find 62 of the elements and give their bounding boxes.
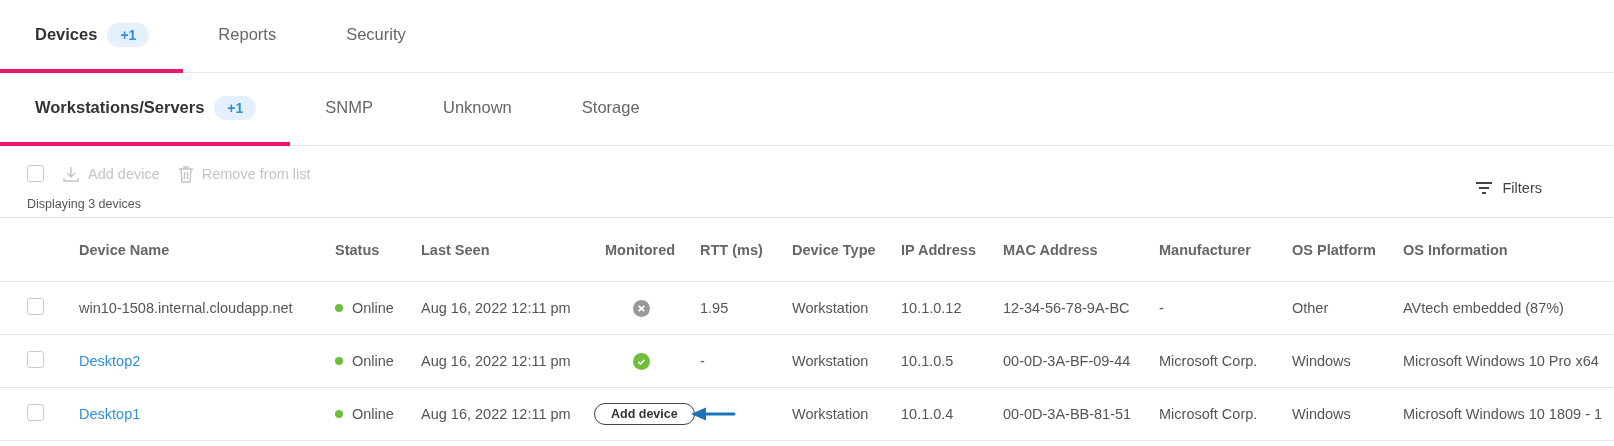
table-cell-text: Microsoft Corp. (1159, 406, 1259, 422)
table-cell-text: Microsoft Windows 10 1809 - 1 (1403, 406, 1604, 422)
select-all-checkbox[interactable] (27, 165, 44, 182)
table-cell-text: Other (1292, 300, 1330, 316)
table-cell-text: Windows (1292, 353, 1352, 369)
status-dot-icon (335, 357, 343, 365)
row-checkbox[interactable] (27, 298, 44, 315)
tab[interactable]: Devices +1 (0, 0, 184, 73)
row-checkbox[interactable] (27, 404, 44, 421)
tab[interactable]: Security (311, 0, 441, 73)
table-cell-text: win10-1508.internal.cloudapp.net (79, 300, 294, 316)
column-header: IP Address (901, 241, 977, 258)
table-cell-text: AVtech embedded (87%) (1403, 300, 1565, 316)
column-header: MAC Address (1003, 241, 1099, 258)
device-link[interactable]: Desktop2 (79, 353, 141, 369)
table-cell-text: - (700, 353, 706, 369)
filters-button[interactable]: Filters (1474, 179, 1542, 196)
table-cell-text: 10.1.0.5 (901, 353, 955, 369)
table-cell-text: Microsoft Windows 10 Pro x64 (1403, 353, 1600, 369)
table-cell-text: 00-0D-3A-BB-81-51 (1003, 406, 1133, 422)
column-header: Device Type (792, 241, 877, 258)
table-cell-text: 12-34-56-78-9A-BC (1003, 300, 1131, 316)
table-cell: Online (352, 406, 394, 422)
table-cell-text: Workstation (792, 353, 870, 369)
device-link[interactable]: Desktop1 (79, 406, 141, 422)
column-header: Status (335, 241, 381, 258)
column-header: OS Information (1403, 241, 1509, 258)
table-cell-text: Microsoft Corp. (1159, 353, 1259, 369)
table-cell-text: 00-0D-3A-BF-09-44 (1003, 353, 1132, 369)
table-cell: Online (352, 353, 394, 369)
tab[interactable]: Unknown (408, 73, 547, 146)
tab[interactable]: Reports (183, 0, 312, 73)
filter-icon (1474, 180, 1493, 195)
table-cell-text: 1.95 (700, 300, 730, 316)
device-count: Displaying 3 devices (27, 196, 142, 211)
add-device-button[interactable]: Add device (594, 403, 695, 425)
count-badge: +1 (214, 95, 257, 120)
column-header: Manufacturer (1159, 241, 1252, 258)
count-badge: +1 (107, 22, 150, 47)
column-header: Last Seen (421, 241, 491, 258)
status-dot-icon (335, 304, 343, 312)
table-cell-text: Aug 16, 2022 12:11 pm (421, 406, 572, 422)
table-cell-text: 10.1.0.12 (901, 300, 963, 316)
table-cell-text: Aug 16, 2022 12:11 pm (421, 353, 572, 369)
table-cell-text: Workstation (792, 406, 870, 422)
status-dot-icon (335, 410, 343, 418)
column-header: Device Name (79, 241, 171, 258)
row-checkbox[interactable] (27, 351, 44, 368)
table-cell-text: - (1159, 300, 1165, 316)
column-header: RTT (ms) (700, 241, 764, 258)
download-icon (62, 164, 80, 183)
table-cell-text: Workstation (792, 300, 870, 316)
column-header: OS Platform (1292, 241, 1377, 258)
tab[interactable]: Workstations/Servers +1 (0, 73, 291, 146)
table-cell: Online (352, 300, 394, 316)
table-cell-text: Aug 16, 2022 12:11 pm (421, 300, 572, 316)
trash-icon (177, 164, 194, 183)
table-cell-text: 10.1.0.4 (901, 406, 955, 422)
column-header: Monitored (605, 241, 677, 258)
tab[interactable]: Storage (546, 73, 675, 146)
table-cell-text: Windows (1292, 406, 1352, 422)
tab[interactable]: SNMP (290, 73, 408, 146)
